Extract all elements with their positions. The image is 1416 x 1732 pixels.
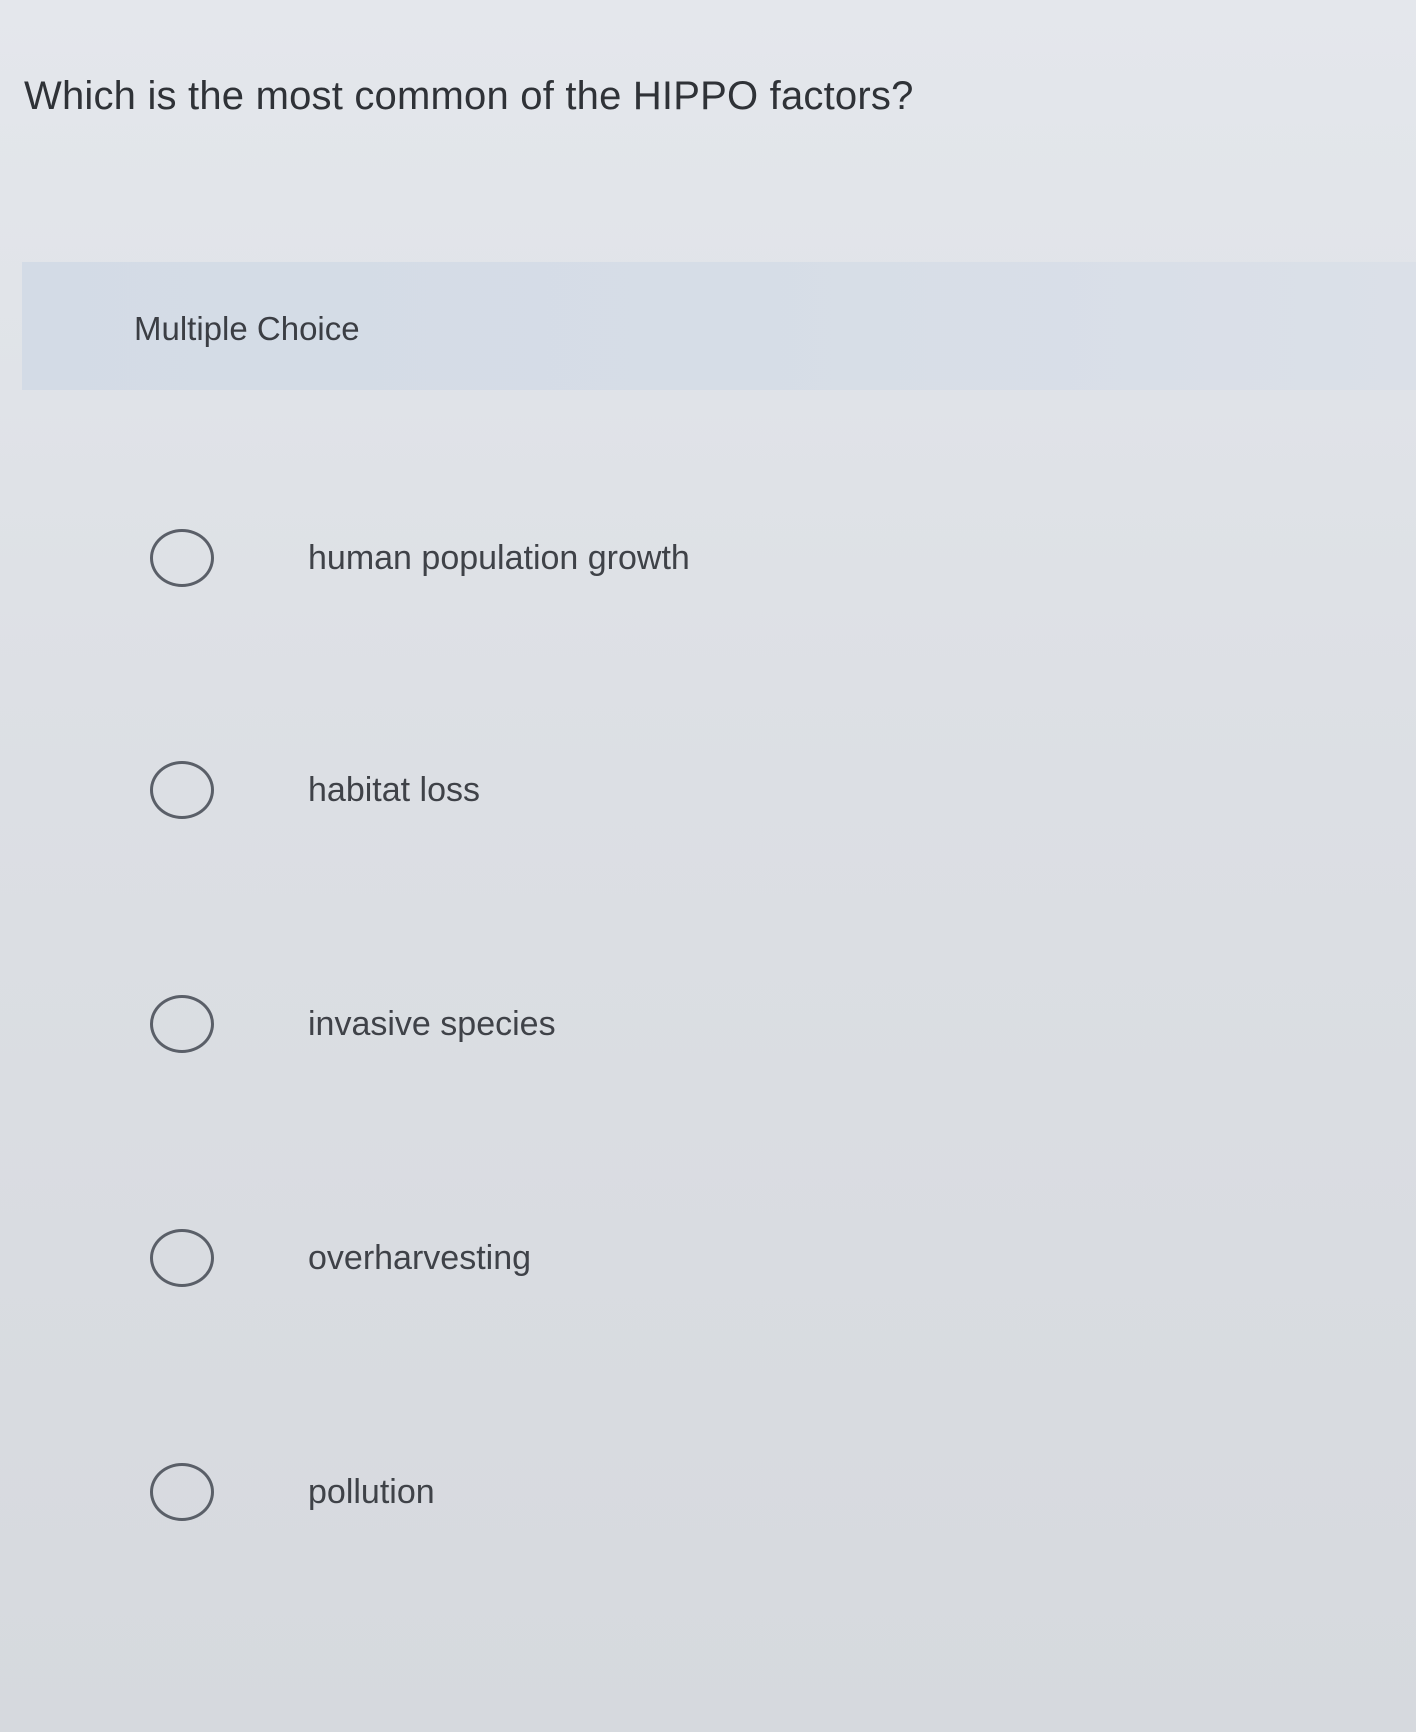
answer-option-5[interactable]: pollution bbox=[150, 1447, 1050, 1537]
radio-circle-icon[interactable] bbox=[150, 529, 214, 587]
answer-option-label: human population growth bbox=[308, 538, 690, 577]
answer-option-1[interactable]: human population growth bbox=[150, 513, 1050, 603]
radio-circle-icon[interactable] bbox=[150, 995, 214, 1053]
answer-option-label: pollution bbox=[308, 1472, 435, 1511]
radio-circle-icon[interactable] bbox=[150, 761, 214, 819]
answer-option-label: overharvesting bbox=[308, 1238, 532, 1277]
answer-option-label: habitat loss bbox=[308, 770, 480, 809]
answer-option-4[interactable]: overharvesting bbox=[150, 1213, 1050, 1303]
answer-option-3[interactable]: invasive species bbox=[150, 979, 1050, 1069]
answer-options: human population growth habitat loss inv… bbox=[0, 0, 1416, 1732]
answer-option-2[interactable]: habitat loss bbox=[150, 745, 1050, 835]
radio-circle-icon[interactable] bbox=[150, 1229, 214, 1287]
radio-circle-icon[interactable] bbox=[150, 1463, 214, 1521]
answer-option-label: invasive species bbox=[308, 1004, 556, 1043]
